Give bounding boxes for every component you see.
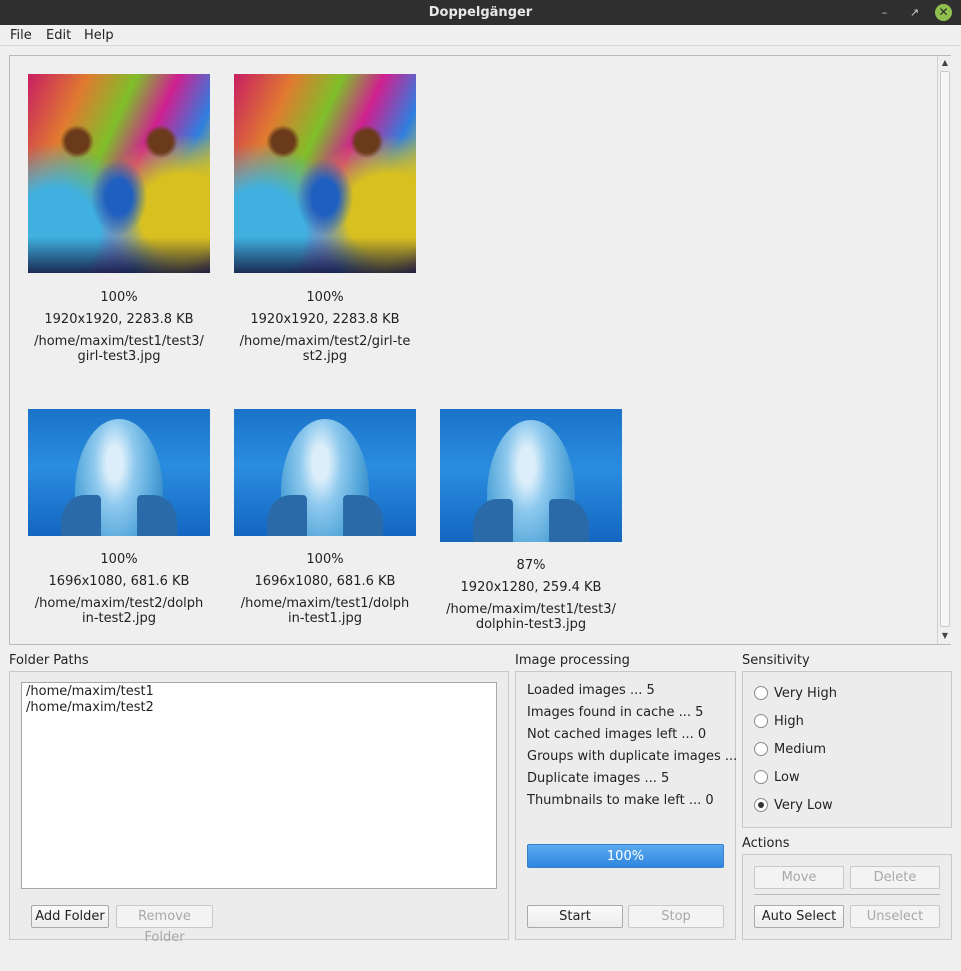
stop-button[interactable]: Stop [628,905,724,928]
maximize-icon[interactable]: ↗ [906,4,923,21]
image-thumbnail[interactable] [440,409,622,542]
progress-bar: 100% [527,844,724,868]
radio-low[interactable] [754,770,768,784]
radio-very-high[interactable] [754,686,768,700]
status-bar [0,945,961,971]
similarity-label: 100% [306,552,344,567]
image-info: 1696x1080, 681.6 KB [254,574,396,589]
image-path: /home/maxim/test1/dolph [240,596,410,611]
image-path: in-test2.jpg [81,611,157,626]
menu-help[interactable]: Help [84,28,114,43]
stat-duplicate-groups: Groups with duplicate images ... 2 [527,749,750,764]
radio-label[interactable]: Medium [774,742,826,757]
folder-list[interactable]: /home/maxim/test1 /home/maxim/test2 [21,682,497,889]
radio-label[interactable]: High [774,714,804,729]
minimize-icon[interactable]: – [876,4,893,21]
radio-very-low[interactable] [754,798,768,812]
image-path: /home/maxim/test2/dolph [34,596,204,611]
add-folder-button[interactable]: Add Folder [31,905,109,928]
radio-label[interactable]: Very High [774,686,837,701]
list-item[interactable]: /home/maxim/test1 [26,684,154,699]
gallery-scrollbar[interactable]: ▲ ▼ [937,56,951,644]
window-title: Doppelgänger [428,5,533,20]
image-processing-label: Image processing [515,653,630,668]
similarity-label: 100% [100,552,138,567]
stat-duplicate-images: Duplicate images ... 5 [527,771,670,786]
close-icon[interactable]: ✕ [935,4,952,21]
scrollbar-thumb[interactable] [940,71,950,627]
image-path: /home/maxim/test2/girl-te [239,334,411,349]
image-info: 1920x1280, 259.4 KB [460,580,602,595]
stat-thumbnails-left: Thumbnails to make left ... 0 [527,793,714,808]
image-path: /home/maxim/test1/test3/ [34,334,204,349]
sensitivity-label: Sensitivity [742,653,810,668]
similarity-label: 100% [100,290,138,305]
unselect-button[interactable]: Unselect [850,905,940,928]
auto-select-button[interactable]: Auto Select [754,905,844,928]
title-bar: Doppelgänger – ↗ ✕ [0,0,961,25]
image-path: dolphin-test3.jpg [475,617,587,632]
stat-images-in-cache: Images found in cache ... 5 [527,705,704,720]
remove-folder-button[interactable]: Remove Folder [116,905,213,945]
radio-label[interactable]: Very Low [774,798,833,813]
image-path: st2.jpg [302,349,348,364]
image-thumbnail[interactable] [234,409,416,536]
start-button[interactable]: Start [527,905,623,928]
progress-text: 100% [606,849,645,864]
actions-divider [754,894,940,895]
list-item[interactable]: /home/maxim/test2 [26,700,154,715]
image-info: 1696x1080, 681.6 KB [48,574,190,589]
radio-high[interactable] [754,714,768,728]
similarity-label: 87% [516,558,546,573]
image-thumbnail[interactable] [234,74,416,273]
move-button[interactable]: Move [754,866,844,889]
image-thumbnail[interactable] [28,409,210,536]
menu-file[interactable]: File [10,28,32,43]
image-info: 1920x1920, 2283.8 KB [250,312,400,327]
similarity-label: 100% [306,290,344,305]
radio-label[interactable]: Low [774,770,800,785]
radio-medium[interactable] [754,742,768,756]
image-path: /home/maxim/test1/test3/ [446,602,616,617]
image-path: in-test1.jpg [287,611,363,626]
delete-button[interactable]: Delete [850,866,940,889]
stat-not-cached-left: Not cached images left ... 0 [527,727,707,742]
actions-label: Actions [742,836,790,851]
menu-edit[interactable]: Edit [46,28,71,43]
image-path: girl-test3.jpg [77,349,161,364]
image-info: 1920x1920, 2283.8 KB [44,312,194,327]
stat-loaded-images: Loaded images ... 5 [527,683,655,698]
scroll-up-icon[interactable]: ▲ [939,57,951,69]
folder-paths-label: Folder Paths [9,653,89,668]
scroll-down-icon[interactable]: ▼ [939,630,951,642]
image-thumbnail[interactable] [28,74,210,273]
menu-bar: File Edit Help [0,25,961,46]
